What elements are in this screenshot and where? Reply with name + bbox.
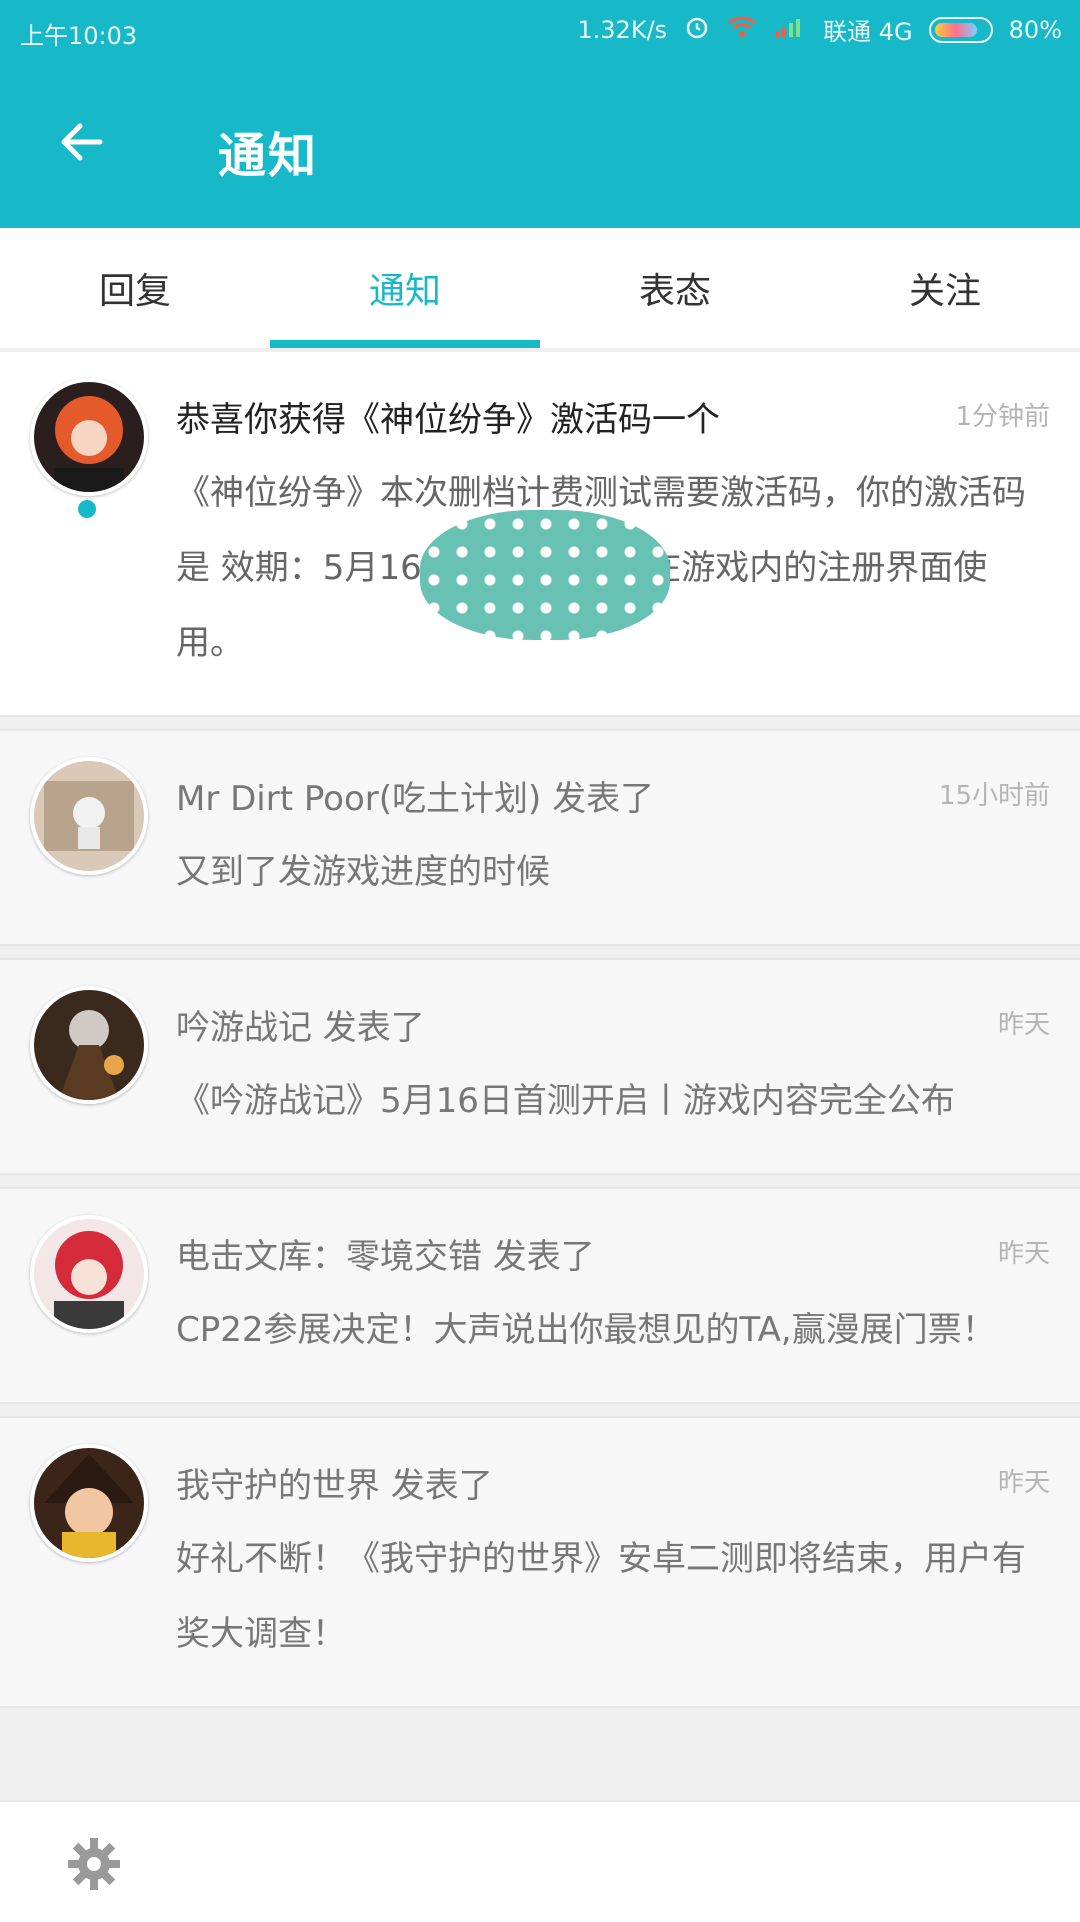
signal-icon [773, 15, 807, 45]
avatar [30, 378, 148, 496]
back-arrow-icon[interactable] [56, 116, 108, 168]
avatar [30, 1444, 148, 1562]
status-time: 上午10:03 [20, 22, 138, 50]
tab-reactions[interactable]: 表态 [540, 228, 810, 348]
notification-item[interactable]: 吟游战记 发表了 昨天 《吟游战记》5月16日首测开启丨游戏内容完全公布 [0, 958, 1080, 1175]
tab-bar: 回复 通知 表态 关注 [0, 228, 1080, 348]
tab-replies[interactable]: 回复 [0, 228, 270, 348]
notification-item[interactable]: 电击文库：零境交错 发表了 昨天 CP22参展决定！大声说出你最想见的TA,赢漫… [0, 1187, 1080, 1404]
page-title: 通知 [218, 128, 319, 184]
notification-body: 又到了发游戏进度的时候 [176, 852, 550, 892]
tab-notifications[interactable]: 通知 [270, 228, 540, 348]
unread-dot [78, 500, 96, 518]
wifi-icon [727, 15, 757, 45]
battery-icon [928, 16, 993, 43]
bottom-bar [0, 1800, 1080, 1922]
status-icons: 1.32K/s 联通 4G 80% [577, 12, 1062, 47]
notification-title: 吟游战记 发表了 [176, 1008, 425, 1048]
tab-following[interactable]: 关注 [810, 228, 1080, 348]
app-bar: 通知 [0, 64, 1080, 228]
notification-time: 昨天 [997, 1239, 1050, 1269]
gear-icon[interactable] [66, 1836, 122, 1892]
notification-body: 《吟游战记》5月16日首测开启丨游戏内容完全公布 [176, 1081, 955, 1121]
notification-title: 电击文库：零境交错 发表了 [176, 1237, 595, 1277]
notification-title: 我守护的世界 发表了 [176, 1466, 493, 1506]
alarm-icon [683, 13, 711, 47]
status-bar: 上午10:03 1.32K/s 联通 4G 80% [0, 0, 1080, 64]
network-speed: 1.32K/s [577, 15, 668, 44]
avatar [30, 1215, 148, 1333]
battery-percent: 80% [1008, 15, 1062, 44]
carrier-label: 联通 4G [823, 18, 913, 46]
notification-item[interactable]: 我守护的世界 发表了 昨天 好礼不断！《我守护的世界》安卓二测即将结束，用户有奖… [0, 1416, 1080, 1708]
notification-title: 恭喜你获得《神位纷争》激活码一个 [176, 400, 720, 440]
battery-fill [934, 22, 977, 37]
notification-time: 1分钟前 [955, 402, 1050, 432]
redaction-mask [420, 510, 670, 640]
notification-item[interactable]: Mr Dirt Poor(吃土计划) 发表了 15小时前 又到了发游戏进度的时候 [0, 729, 1080, 946]
notification-time: 昨天 [997, 1010, 1050, 1040]
avatar [30, 986, 148, 1104]
notification-time: 昨天 [997, 1468, 1050, 1498]
avatar [30, 757, 148, 875]
top-bar: 上午10:03 1.32K/s 联通 4G 80% 通知 [0, 0, 1080, 228]
notification-time: 15小时前 [938, 781, 1050, 811]
notification-body: CP22参展决定！大声说出你最想见的TA,赢漫展门票！ [176, 1310, 996, 1350]
notification-title: Mr Dirt Poor(吃土计划) 发表了 [176, 779, 655, 819]
